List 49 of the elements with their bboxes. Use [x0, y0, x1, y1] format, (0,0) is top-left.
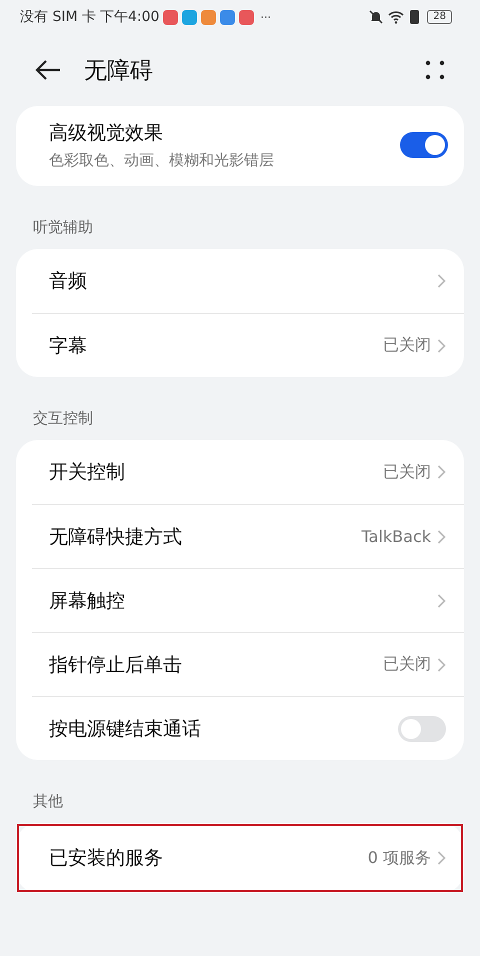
- setting-title: 音频: [49, 269, 88, 294]
- muted-bell-icon: [368, 9, 384, 25]
- setting-title: 指针停止后单击: [49, 652, 183, 678]
- setting-title: 开关控制: [49, 460, 126, 485]
- setting-row[interactable]: 屏幕触控: [32, 568, 464, 632]
- page-title: 无障碍: [84, 56, 154, 86]
- setting-row[interactable]: 按电源键结束通话: [32, 696, 464, 760]
- section-label: 听觉辅助: [32, 217, 94, 238]
- setting-row[interactable]: 无障碍快捷方式 TalkBack: [32, 504, 464, 568]
- setting-row[interactable]: 字幕 已关闭: [32, 313, 464, 377]
- setting-value: 已关闭: [383, 462, 431, 482]
- chevron-right-icon: [437, 656, 446, 672]
- setting-title: 无障碍快捷方式: [49, 524, 183, 550]
- carrier-text: 没有 SIM 卡: [20, 8, 96, 26]
- toggle-switch[interactable]: [398, 716, 446, 742]
- chevron-right-icon: [437, 850, 446, 866]
- section-label: 其他: [32, 791, 64, 812]
- more-options-icon[interactable]: [424, 59, 446, 81]
- battery-level: 28: [427, 10, 452, 24]
- setting-row[interactable]: 指针停止后单击 已关闭: [32, 632, 464, 696]
- app-notification-icon: [182, 10, 198, 24]
- clock-text: 下午4:00: [100, 8, 160, 26]
- highlighted-setting-row[interactable]: 已安装的服务 0 项服务: [16, 823, 464, 893]
- setting-title: 已安装的服务: [49, 846, 164, 871]
- chevron-right-icon: [437, 338, 446, 354]
- setting-description: 色彩取色、动画、模糊和光影错层: [49, 151, 275, 170]
- more-notifications-text: ···: [260, 10, 271, 24]
- app-notification-icon: [163, 10, 178, 24]
- setting-value: 已关闭: [383, 335, 431, 356]
- setting-title: 高级视觉效果: [49, 121, 164, 146]
- setting-title: 屏幕触控: [49, 588, 126, 614]
- wifi-icon: [388, 10, 404, 24]
- chevron-right-icon: [437, 464, 446, 480]
- setting-row[interactable]: 音频: [32, 249, 464, 313]
- setting-value: TalkBack: [362, 527, 431, 546]
- setting-title: 按电源键结束通话: [49, 716, 202, 742]
- section-label: 交互控制: [32, 408, 94, 429]
- setting-value: 0 项服务: [368, 848, 431, 868]
- toggle-switch[interactable]: [400, 132, 448, 158]
- app-notification-icon: [201, 10, 216, 24]
- back-arrow-icon[interactable]: [34, 59, 62, 81]
- app-notification-icon: [220, 10, 236, 24]
- setting-value: 已关闭: [383, 654, 431, 675]
- setting-row[interactable]: 开关控制 已关闭: [32, 440, 464, 504]
- chevron-right-icon: [437, 592, 446, 608]
- setting-title: 字幕: [49, 334, 88, 358]
- app-notification-icon: [239, 10, 254, 24]
- chevron-right-icon: [437, 273, 446, 289]
- chevron-right-icon: [437, 528, 446, 544]
